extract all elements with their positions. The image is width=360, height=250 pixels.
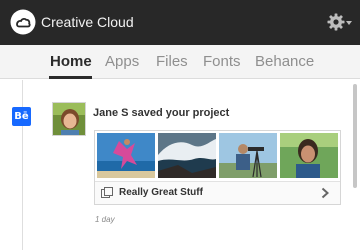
gear-icon[interactable] <box>327 13 345 31</box>
app-title: Creative Cloud <box>41 14 134 30</box>
chevron-right-icon[interactable] <box>320 187 330 199</box>
timeline-line <box>22 80 23 250</box>
project-title[interactable]: Really Great Stuff <box>119 187 203 199</box>
active-tab-indicator <box>49 76 92 79</box>
creative-cloud-logo-icon <box>10 9 36 35</box>
tab-files[interactable]: Files <box>156 53 188 71</box>
scrollbar[interactable] <box>353 84 357 188</box>
project-card-footer[interactable]: Really Great Stuff <box>95 181 340 204</box>
tab-behance[interactable]: Behance <box>255 53 314 71</box>
avatar-photo <box>53 103 85 135</box>
tab-home[interactable]: Home <box>50 53 92 71</box>
title-bar: Creative Cloud <box>0 0 360 45</box>
timestamp: 1 day <box>95 215 115 224</box>
project-thumbnail[interactable] <box>219 133 277 178</box>
project-thumbnail[interactable] <box>158 133 216 178</box>
behance-icon: Bē <box>12 107 31 126</box>
activity-feed: Bē Jane S saved your project Really Grea… <box>0 80 360 250</box>
tab-apps[interactable]: Apps <box>105 53 139 71</box>
project-thumbnail[interactable] <box>97 133 155 178</box>
project-icon <box>101 187 113 198</box>
caret-down-icon[interactable] <box>346 21 352 25</box>
project-card[interactable]: Really Great Stuff <box>94 130 341 205</box>
tab-bar: Home Apps Files Fonts Behance <box>0 45 360 79</box>
tab-fonts[interactable]: Fonts <box>203 53 241 71</box>
avatar[interactable] <box>52 102 86 136</box>
activity-message: Jane S saved your project <box>93 107 230 119</box>
project-thumbnail[interactable] <box>280 133 338 178</box>
